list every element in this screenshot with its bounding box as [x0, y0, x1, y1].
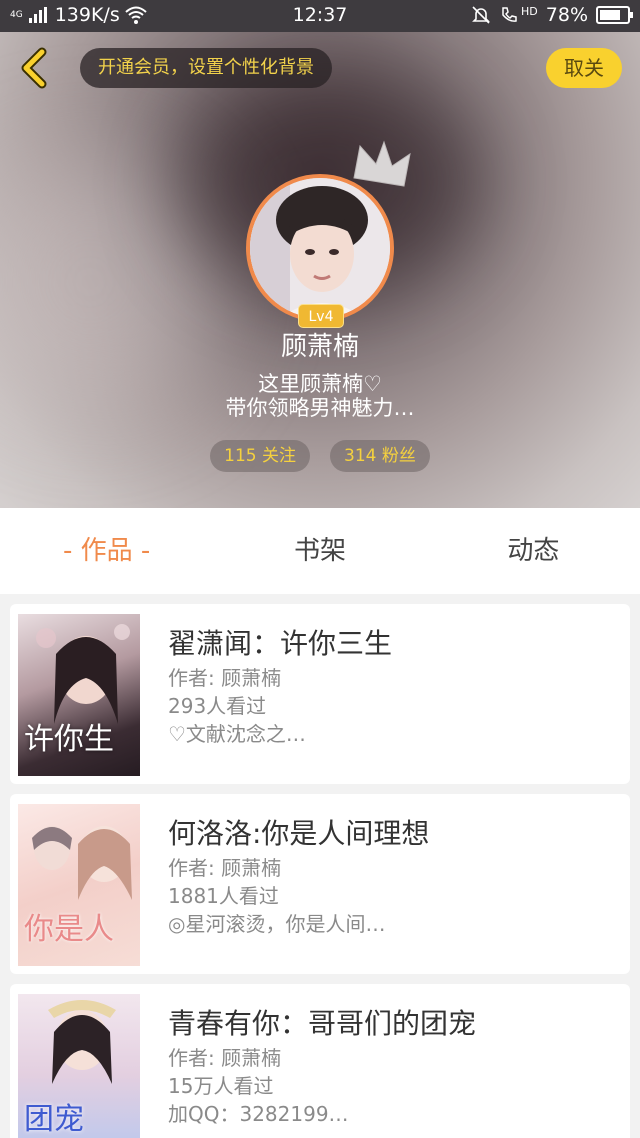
- book-views: 1881人看过: [168, 884, 279, 908]
- username: 顾萧楠: [280, 332, 359, 362]
- avatar-container[interactable]: Lv4: [246, 140, 411, 328]
- book-description: ◎星河滚烫，你是人间…: [168, 912, 386, 936]
- book-title[interactable]: 翟潇闻：许你三生: [168, 622, 392, 662]
- book-cover[interactable]: 你是人: [18, 804, 140, 966]
- book-author: 作者: 顾萧楠: [168, 1046, 282, 1070]
- vip-banner[interactable]: 开通会员，设置个性化背景: [80, 48, 332, 88]
- battery-level: [600, 10, 621, 20]
- profile-tabs: - 作品 - 书架 动态: [0, 508, 640, 594]
- list-item[interactable]: 团宠 青春有你：哥哥们的团宠 作者: 顾萧楠 15万人看过 加QQ：328219…: [10, 984, 630, 1138]
- followers-count[interactable]: 314 粉丝: [330, 440, 430, 472]
- book-title[interactable]: 青春有你：哥哥们的团宠: [168, 1002, 476, 1042]
- back-button[interactable]: [14, 46, 54, 90]
- book-views: 293人看过: [168, 694, 267, 718]
- cover-title: 你是人: [24, 912, 114, 947]
- book-views: 15万人看过: [168, 1074, 274, 1098]
- level-badge: Lv4: [298, 304, 344, 328]
- chevron-left-icon: [21, 47, 47, 89]
- profile-header: 开通会员，设置个性化背景 取关 Lv4 顾萧楠 这里顾萧楠♡ 带你领略男神魅力…: [0, 32, 640, 508]
- book-description: 加QQ：3282199…: [168, 1102, 349, 1126]
- book-author: 作者: 顾萧楠: [168, 666, 282, 690]
- book-cover[interactable]: 团宠: [18, 994, 140, 1138]
- tab-activity[interactable]: 动态: [427, 508, 640, 594]
- avatar[interactable]: [246, 174, 394, 322]
- book-cover[interactable]: 许你生: [18, 614, 140, 776]
- mute-bell-icon: [472, 6, 490, 24]
- list-item[interactable]: 你是人 何洛洛:你是人间理想 作者: 顾萧楠 1881人看过 ◎星河滚烫，你是人…: [10, 794, 630, 974]
- book-description: ♡文献沈念之…: [168, 722, 306, 746]
- user-bio: 这里顾萧楠♡ 带你领略男神魅力…: [0, 372, 640, 420]
- book-author: 作者: 顾萧楠: [168, 856, 282, 880]
- tab-bookshelf[interactable]: 书架: [213, 508, 426, 594]
- book-list: 许你生 翟潇闻：许你三生 作者: 顾萧楠 293人看过 ♡文献沈念之… 你是人 …: [10, 604, 630, 1138]
- avatar-photo: [250, 178, 390, 318]
- user-stats: 115 关注 314 粉丝: [0, 440, 640, 472]
- hd-call-icon: [502, 7, 517, 22]
- unfollow-button[interactable]: 取关: [546, 48, 622, 88]
- status-bar: 4G 139K/s 12:37 HD 78%: [0, 0, 640, 32]
- cover-title: 团宠: [24, 1102, 84, 1137]
- cover-title: 许你生: [24, 722, 114, 757]
- hd-label: HD: [521, 4, 538, 18]
- tab-works[interactable]: - 作品 -: [0, 508, 213, 594]
- bio-line: 带你领略男神魅力…: [225, 396, 415, 420]
- battery-icon: [596, 6, 633, 24]
- bio-line: 这里顾萧楠♡: [258, 372, 382, 396]
- following-count[interactable]: 115 关注: [210, 440, 310, 472]
- book-title[interactable]: 何洛洛:你是人间理想: [168, 812, 429, 852]
- battery-percent: 78%: [545, 4, 588, 26]
- list-item[interactable]: 许你生 翟潇闻：许你三生 作者: 顾萧楠 293人看过 ♡文献沈念之…: [10, 604, 630, 784]
